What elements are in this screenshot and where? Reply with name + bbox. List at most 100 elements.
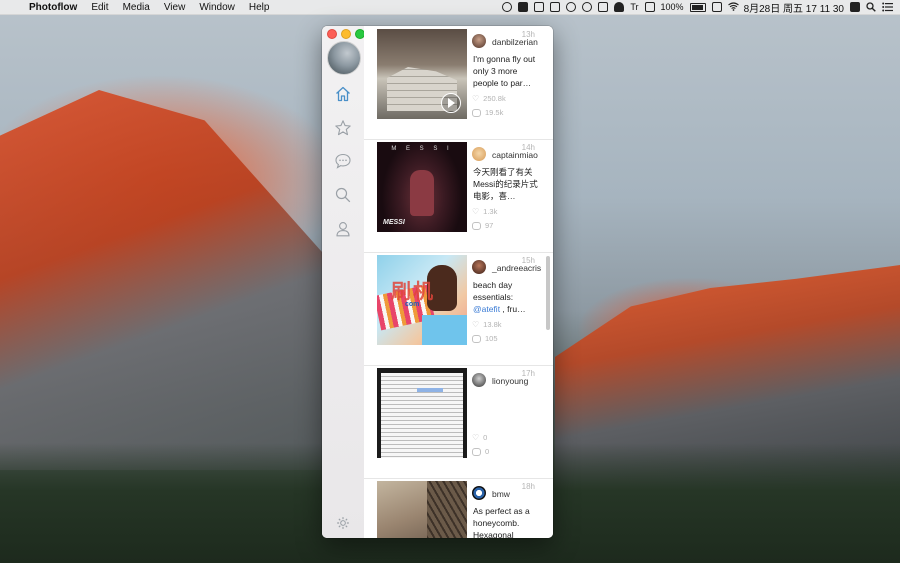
comment-count-value: 97	[485, 221, 494, 230]
messages-icon[interactable]	[334, 152, 352, 170]
comment-count-value: 0	[485, 447, 490, 456]
status-info-icon[interactable]	[566, 2, 577, 12]
user-avatar[interactable]	[472, 34, 486, 48]
post-caption: 今天刚看了有关Messi的纪录片式电影，喜…	[473, 167, 538, 201]
like-count-value: 250.8k	[483, 94, 506, 103]
watermark-subtext: com	[405, 301, 420, 308]
post-username[interactable]: bmw	[492, 489, 510, 499]
menu-app-name[interactable]: Photoflow	[22, 2, 84, 13]
comment-count[interactable]: 97	[472, 221, 493, 230]
like-count[interactable]: ♡ 1.3k	[472, 207, 497, 216]
spotlight-icon[interactable]	[866, 2, 876, 12]
like-count-value: 0	[483, 433, 488, 442]
post-username[interactable]: captainmiao	[492, 150, 538, 160]
wifi-icon[interactable]	[727, 2, 739, 12]
post-caption: I'm gonna fly out only 3 more people to …	[473, 54, 536, 88]
star-icon[interactable]	[334, 119, 352, 137]
status-bell-icon[interactable]	[614, 2, 625, 12]
caption-mention-link[interactable]: @atefit	[473, 304, 500, 314]
profile-icon[interactable]	[334, 220, 352, 238]
post-thumbnail[interactable]	[377, 481, 467, 538]
post-thumbnail[interactable]: 刷机 com	[377, 255, 467, 345]
status-link-icon[interactable]	[550, 2, 561, 12]
post-time: 18h	[521, 482, 535, 491]
minimize-button[interactable]	[341, 29, 351, 39]
settings-gear-icon[interactable]	[336, 516, 350, 530]
post-username[interactable]: _andreeacris	[492, 263, 541, 273]
watermark-text: 刷机	[391, 281, 435, 303]
like-count-value: 1.3k	[483, 207, 498, 216]
comment-icon	[472, 221, 481, 230]
thumbnail-title-text: M E S S I	[391, 146, 453, 152]
comment-icon	[472, 334, 481, 343]
like-count[interactable]: ♡ 13.8k	[472, 320, 502, 329]
status-area: Tr 100% 8月28日 周五 17 11 30	[502, 0, 900, 15]
photoflow-window: 13h danbilzerian I'm gonna fly out only …	[322, 26, 553, 538]
wallpaper-cliff-left	[0, 90, 330, 470]
profile-avatar[interactable]	[327, 41, 361, 75]
comment-count[interactable]: 19.5k	[472, 108, 503, 117]
post-caption: beach day essentials: @atefit , fru…	[473, 279, 539, 315]
feed-post[interactable]: 刷机 com 15h _andreeacris beach day essent…	[364, 252, 553, 366]
thumbnail-content	[427, 481, 467, 538]
notification-center-icon[interactable]	[882, 2, 893, 12]
like-count[interactable]: ♡ 250.8k	[472, 94, 506, 103]
thumbnail-content	[381, 373, 463, 458]
close-button[interactable]	[327, 29, 337, 39]
post-thumbnail[interactable]	[377, 368, 467, 458]
like-count[interactable]: ♡ 0	[472, 433, 487, 442]
play-video-icon[interactable]	[441, 93, 461, 113]
thumbnail-content	[410, 170, 434, 216]
comment-icon	[472, 108, 481, 117]
caption-text-end: , fru…	[500, 304, 526, 314]
user-avatar[interactable]	[472, 147, 486, 161]
user-avatar[interactable]	[472, 260, 486, 274]
photo-feed[interactable]: 13h danbilzerian I'm gonna fly out only …	[364, 26, 553, 538]
feed-post[interactable]: M E S S I MESSI 14h captainmiao 今天刚看了有关M…	[364, 139, 553, 253]
status-box-icon[interactable]	[534, 2, 545, 12]
home-icon[interactable]	[334, 85, 352, 103]
menu-window[interactable]: Window	[192, 2, 242, 13]
feed-scrollbar[interactable]	[546, 256, 550, 330]
heart-icon: ♡	[472, 433, 480, 442]
menu-media[interactable]: Media	[116, 2, 157, 13]
status-display-icon[interactable]	[644, 2, 655, 12]
menu-help[interactable]: Help	[242, 2, 277, 13]
feed-post[interactable]: 18h bmw As perfect as a honeycomb. Hexag…	[364, 478, 553, 538]
comment-icon	[472, 447, 481, 456]
menu-view[interactable]: View	[157, 2, 193, 13]
post-username[interactable]: lionyoung	[492, 376, 528, 386]
status-circle-icon[interactable]	[502, 2, 513, 12]
comment-count-value: 19.5k	[485, 108, 504, 117]
heart-icon: ♡	[472, 207, 480, 216]
like-count-value: 13.8k	[483, 320, 502, 329]
search-icon[interactable]	[334, 186, 352, 204]
status-cube-icon[interactable]	[518, 2, 529, 12]
battery-icon[interactable]	[689, 2, 706, 12]
feed-post[interactable]: 17h lionyoung ♡ 0 0	[364, 365, 553, 479]
window-controls	[327, 29, 365, 39]
feed-post[interactable]: 13h danbilzerian I'm gonna fly out only …	[364, 26, 553, 140]
menu-edit[interactable]: Edit	[84, 2, 115, 13]
status-instagram-icon[interactable]	[598, 2, 609, 12]
user-avatar[interactable]	[472, 373, 486, 387]
menu-bar: Photoflow Edit Media View Window Help Tr…	[0, 0, 900, 15]
status-ring-icon[interactable]	[582, 2, 593, 12]
comment-count[interactable]: 0	[472, 447, 489, 456]
thumbnail-highlight	[417, 388, 443, 392]
post-thumbnail[interactable]: M E S S I MESSI	[377, 142, 467, 232]
input-method-indicator[interactable]: Tr	[630, 2, 638, 12]
post-username[interactable]: danbilzerian	[492, 37, 538, 47]
caption-text: beach day essentials:	[473, 280, 514, 302]
menu-clock[interactable]: 8月28日 周五 17 11 30	[744, 0, 844, 15]
comment-count[interactable]: 105	[472, 334, 498, 343]
comment-count-value: 105	[485, 334, 498, 343]
battery-percent: 100%	[660, 2, 684, 12]
user-avatar[interactable]	[472, 486, 486, 500]
sidebar	[322, 26, 365, 538]
heart-icon: ♡	[472, 320, 480, 329]
status-s-icon[interactable]	[850, 2, 860, 12]
status-drive-icon[interactable]	[711, 2, 722, 12]
post-thumbnail[interactable]	[377, 29, 467, 119]
thumbnail-content	[422, 315, 467, 345]
